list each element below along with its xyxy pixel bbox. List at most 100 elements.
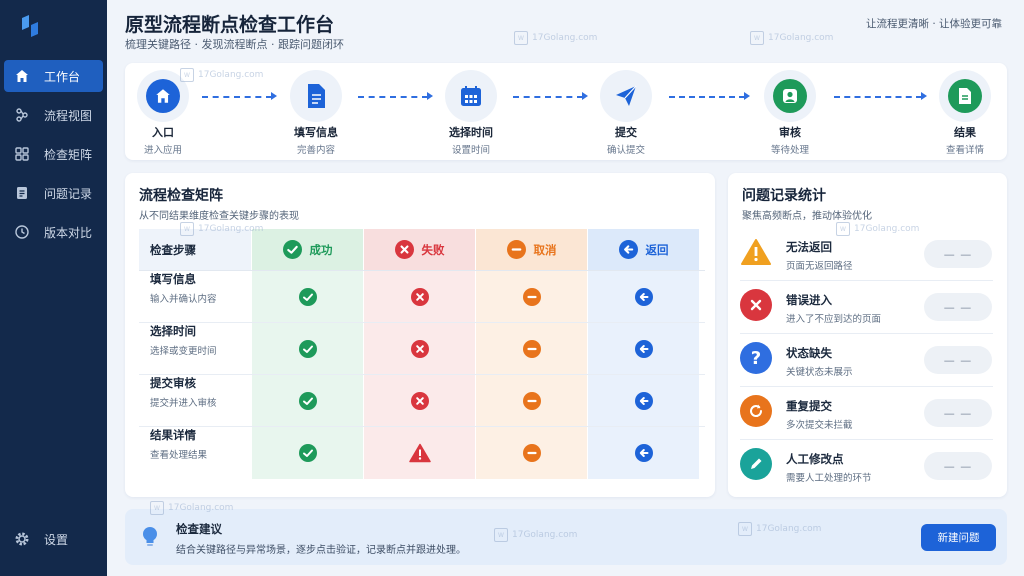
sidebar-item-flow-view[interactable]: 流程视图 xyxy=(4,99,103,131)
matrix-cell[interactable] xyxy=(588,375,699,426)
minus-icon xyxy=(522,444,541,462)
sidebar-item-settings[interactable]: 设置 xyxy=(4,523,103,555)
issue-item-wrong-entry[interactable]: 错误进入 进入了不应到达的页面 — — xyxy=(740,281,993,334)
app-logo-icon[interactable] xyxy=(18,14,42,38)
issue-sub: 需要人工处理的环节 xyxy=(786,473,872,484)
flow-arrow xyxy=(358,92,433,100)
matrix-cell[interactable] xyxy=(364,271,475,322)
matrix-cell[interactable] xyxy=(476,323,587,374)
step-sub: 完善内容 xyxy=(296,145,335,156)
calendar-icon xyxy=(454,79,488,113)
flow-step-result[interactable]: 结果 查看详情 xyxy=(915,70,1015,156)
check-icon xyxy=(298,339,317,358)
col-label: 失败 xyxy=(421,242,445,257)
back-arrow-icon xyxy=(634,444,653,462)
page-subtitle: 梳理关键路径 · 发现流程断点 · 跟踪问题闭环 xyxy=(125,38,344,51)
home-icon xyxy=(146,79,180,113)
step-label: 结果 xyxy=(954,126,976,139)
matrix-cell[interactable] xyxy=(364,323,475,374)
sidebar-item-label: 设置 xyxy=(44,532,69,547)
sidebar-item-issue-record[interactable]: 问题记录 xyxy=(4,177,103,209)
matrix-cell[interactable] xyxy=(588,427,699,479)
flow-step-select-time[interactable]: 选择时间 设置时间 xyxy=(421,70,521,156)
watermark-logo-icon: W xyxy=(750,31,764,45)
row-title: 选择时间 xyxy=(150,324,196,338)
sidebar-item-label: 流程视图 xyxy=(44,108,93,123)
step-sub: 设置时间 xyxy=(451,145,490,156)
issue-count: — — xyxy=(924,452,992,480)
issue-count: — — xyxy=(924,346,992,374)
watermark-text: 17Golang.com xyxy=(512,530,578,540)
flow-step-review[interactable]: 审核 等待处理 xyxy=(740,70,840,156)
row-step: 结果详情 查看处理结果 xyxy=(139,427,251,479)
col-label: 返回 xyxy=(645,242,669,257)
row-step: 选择时间选择或变更时间 xyxy=(139,323,251,374)
sidebar-item-check-matrix[interactable]: 检查矩阵 xyxy=(4,138,103,170)
matrix-col-fail[interactable]: 失败 xyxy=(364,229,475,270)
watermark-logo-icon: W xyxy=(836,222,850,236)
warning-icon xyxy=(408,443,431,463)
sidebar-item-label: 检查矩阵 xyxy=(44,147,93,162)
lightbulb-icon xyxy=(143,527,157,546)
check-icon xyxy=(298,444,317,462)
flow-step-fill-info[interactable]: 填写信息 完善内容 xyxy=(266,70,366,156)
watermark: W 17Golang.com xyxy=(494,528,577,542)
watermark: W 17Golang.com xyxy=(514,31,597,45)
matrix-cell[interactable] xyxy=(588,323,699,374)
row-step: 填写信息输入并确认内容 xyxy=(139,271,251,322)
suggestion-text: 结合关键路径与异常场景，逐步点击验证，记录断点并跟进处理。 xyxy=(176,545,466,556)
flow-step-entry[interactable]: 入口 进入应用 xyxy=(113,70,213,156)
warning-icon xyxy=(740,236,772,268)
back-arrow-icon xyxy=(634,287,653,306)
matrix-cell[interactable] xyxy=(252,427,363,479)
sidebar-item-label: 版本对比 xyxy=(44,225,93,240)
flow-arrow xyxy=(202,92,277,100)
minus-icon xyxy=(506,240,526,259)
issue-item-manual-edit[interactable]: 人工修改点 需要人工处理的环节 — — xyxy=(740,440,993,493)
row-title: 填写信息 xyxy=(150,272,196,286)
matrix-cell[interactable] xyxy=(476,375,587,426)
check-matrix-table: 检查步骤 成功 失败 取消 返回 填写信息 输入并确认内容 选择时间 选择或变更时间… xyxy=(139,229,705,479)
check-icon xyxy=(298,287,317,306)
watermark-text: 17Golang.com xyxy=(768,33,834,43)
matrix-col-back[interactable]: 返回 xyxy=(588,229,699,270)
sidebar-item-version-compare[interactable]: 版本对比 xyxy=(4,216,103,248)
matrix-cell[interactable] xyxy=(476,271,587,322)
matrix-col-cancel[interactable]: 取消 xyxy=(476,229,587,270)
flow-arrow xyxy=(513,92,588,100)
matrix-cell[interactable] xyxy=(364,427,475,479)
watermark: W 17Golang.com xyxy=(738,522,821,536)
new-issue-button[interactable]: 新建问题 xyxy=(921,524,996,551)
matrix-cell[interactable] xyxy=(476,427,587,479)
issue-item-duplicate-submit[interactable]: 重复提交 多次提交未拦截 — — xyxy=(740,387,993,440)
matrix-cell[interactable] xyxy=(252,375,363,426)
issue-sub: 进入了不应到达的页面 xyxy=(786,314,882,325)
row-sub: 输入并确认内容 xyxy=(150,294,217,305)
x-icon xyxy=(410,391,429,410)
issue-title: 重复提交 xyxy=(786,399,832,413)
matrix-cell[interactable] xyxy=(364,375,475,426)
issue-count: — — xyxy=(924,399,992,427)
row-sub: 选择或变更时间 xyxy=(150,346,217,357)
watermark-text: 17Golang.com xyxy=(198,70,264,80)
matrix-cell[interactable] xyxy=(252,271,363,322)
send-icon xyxy=(609,79,643,113)
step-sub: 等待处理 xyxy=(770,145,809,156)
flow-step-submit[interactable]: 提交 确认提交 xyxy=(576,70,676,156)
issue-title: 状态缺失 xyxy=(786,346,832,360)
sidebar-item-workbench[interactable]: 工作台 xyxy=(4,60,103,92)
matrix-col-success[interactable]: 成功 xyxy=(252,229,363,270)
matrix-cell[interactable] xyxy=(252,323,363,374)
issue-item-missing-state[interactable]: ? 状态缺失 关键状态未展示 — — xyxy=(740,334,993,387)
row-step: 提交审核 提交并进入审核 xyxy=(139,375,251,426)
check-icon xyxy=(282,240,302,259)
x-icon xyxy=(410,287,429,306)
watermark-logo-icon: W xyxy=(180,222,194,236)
flow-icon xyxy=(14,107,30,123)
step-sub: 进入应用 xyxy=(143,145,182,156)
matrix-cell[interactable] xyxy=(588,271,699,322)
sidebar-item-label: 工作台 xyxy=(44,69,81,84)
flow-arrow xyxy=(669,92,750,100)
step-label: 选择时间 xyxy=(449,126,493,139)
issue-title: 无法返回 xyxy=(786,240,832,254)
